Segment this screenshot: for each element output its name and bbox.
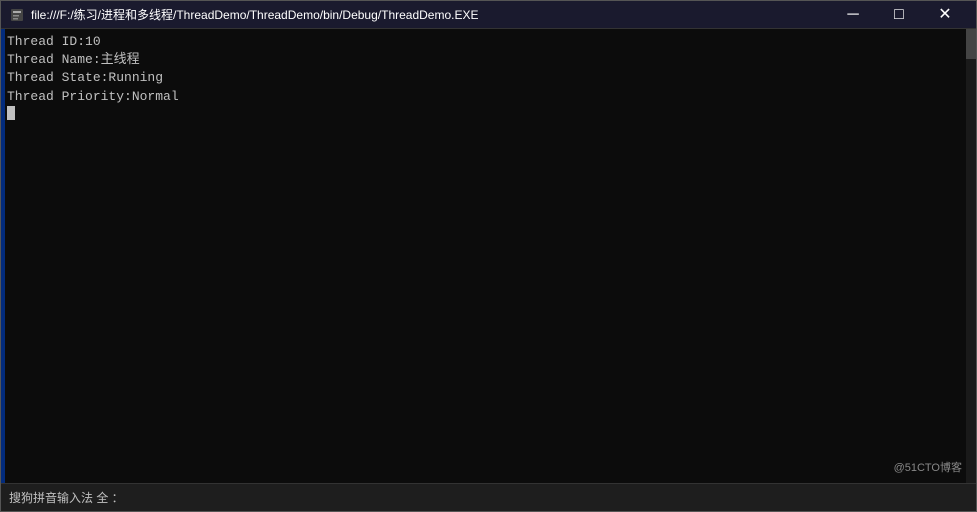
scrollbar-thumb[interactable] [966,29,976,59]
scrollbar[interactable] [966,29,976,483]
cursor [7,106,15,120]
close-button[interactable]: ✕ [922,1,968,29]
ime-bar: 搜狗拼音输入法 全 ： [1,483,976,511]
console-line: Thread State:Running [7,69,970,87]
app-icon [9,7,25,23]
title-bar: file:///F:/练习/进程和多线程/ThreadDemo/ThreadDe… [1,1,976,29]
window-title: file:///F:/练习/进程和多线程/ThreadDemo/ThreadDe… [31,6,830,23]
console-line: Thread ID:10 [7,33,970,51]
left-indicator [1,29,5,483]
minimize-button[interactable]: ─ [830,1,876,29]
window-controls: ─ □ ✕ [830,1,968,29]
watermark: @51CTO博客 [894,459,962,475]
console-area: Thread ID:10Thread Name:主线程Thread State:… [1,29,976,483]
console-line: Thread Priority:Normal [7,88,970,106]
console-line: Thread Name:主线程 [7,51,970,69]
maximize-button[interactable]: □ [876,1,922,29]
console-content: Thread ID:10Thread Name:主线程Thread State:… [1,29,976,124]
ime-text: 搜狗拼音输入法 全 ： [9,489,124,506]
cursor-line [7,106,970,120]
window: file:///F:/练习/进程和多线程/ThreadDemo/ThreadDe… [0,0,977,512]
